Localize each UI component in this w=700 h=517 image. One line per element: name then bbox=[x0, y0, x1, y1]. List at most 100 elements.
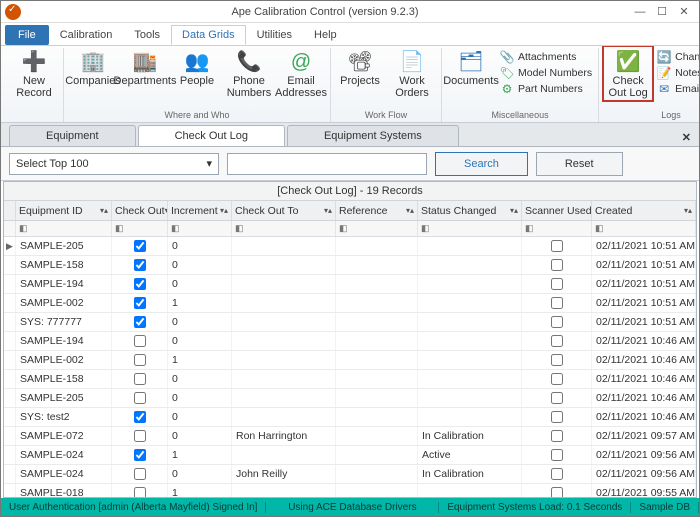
attachments-icon: 📎 bbox=[500, 50, 514, 64]
col-reference[interactable]: Reference▾▴ bbox=[336, 201, 418, 220]
document-tabs: EquipmentCheck Out LogEquipment Systems … bbox=[1, 123, 699, 147]
documents-icon: 🗂 bbox=[457, 48, 485, 76]
table-row[interactable]: SAMPLE-194002/11/2021 10:46 AM bbox=[4, 332, 696, 351]
status-bar: User Authentication [admin (Alberta Mayf… bbox=[1, 498, 699, 516]
model-numbers-icon: 🏷 bbox=[500, 66, 514, 80]
ribbon-group-label: Work Flow bbox=[365, 110, 407, 122]
checkout-checkbox[interactable] bbox=[134, 468, 146, 480]
col-scanner-used[interactable]: Scanner Used▾▴ bbox=[522, 201, 592, 220]
table-row[interactable]: SAMPLE-158002/11/2021 10:51 AM bbox=[4, 256, 696, 275]
ribbon-projects[interactable]: 📽Projects bbox=[337, 48, 383, 99]
checkout-checkbox[interactable] bbox=[134, 392, 146, 404]
ribbon-part-numbers[interactable]: ⚙Part Numbers bbox=[500, 82, 592, 96]
ribbon-email-addresses[interactable]: @EmailAddresses bbox=[278, 48, 324, 99]
table-row[interactable]: SAMPLE-194002/11/2021 10:51 AM bbox=[4, 275, 696, 294]
table-row[interactable]: ▶SAMPLE-205002/11/2021 10:51 AM bbox=[4, 237, 696, 256]
close-tab-button[interactable]: ✕ bbox=[674, 129, 699, 146]
ribbon-model-numbers[interactable]: 🏷Model Numbers bbox=[500, 66, 592, 80]
checkout-checkbox[interactable] bbox=[134, 259, 146, 271]
maximize-button[interactable]: ☐ bbox=[655, 5, 669, 19]
table-row[interactable]: SAMPLE-0240John ReillyIn Calibration02/1… bbox=[4, 465, 696, 484]
col-increment[interactable]: Increment▾▴ bbox=[168, 201, 232, 220]
menu-tools[interactable]: Tools bbox=[123, 25, 171, 45]
table-row[interactable]: SAMPLE-002102/11/2021 10:46 AM bbox=[4, 351, 696, 370]
ribbon-people[interactable]: 👥People bbox=[174, 48, 220, 99]
scanner-checkbox[interactable] bbox=[551, 259, 563, 271]
scanner-checkbox[interactable] bbox=[551, 487, 563, 497]
scanner-checkbox[interactable] bbox=[551, 278, 563, 290]
close-button[interactable]: ✕ bbox=[677, 5, 691, 19]
ribbon-attachments[interactable]: 📎Attachments bbox=[500, 50, 592, 64]
record-limit-dropdown[interactable]: Select Top 100 ▾ bbox=[9, 153, 219, 175]
checkout-checkbox[interactable] bbox=[134, 411, 146, 423]
checkout-checkbox[interactable] bbox=[134, 487, 146, 497]
scanner-checkbox[interactable] bbox=[551, 430, 563, 442]
table-row[interactable]: SYS: 777777002/11/2021 10:51 AM bbox=[4, 313, 696, 332]
people-icon: 👥 bbox=[183, 48, 211, 76]
ribbon-departments[interactable]: 🏬Departments bbox=[122, 48, 168, 99]
checkout-checkbox[interactable] bbox=[134, 240, 146, 252]
doc-tab-check-out-log[interactable]: Check Out Log bbox=[138, 125, 285, 146]
checkout-checkbox[interactable] bbox=[134, 316, 146, 328]
ribbon-work-orders[interactable]: 📄WorkOrders bbox=[389, 48, 435, 99]
checkout-checkbox[interactable] bbox=[134, 297, 146, 309]
checkout-checkbox[interactable] bbox=[134, 335, 146, 347]
table-row[interactable]: SAMPLE-002102/11/2021 10:51 AM bbox=[4, 294, 696, 313]
status-driver: Using ACE Database Drivers bbox=[266, 502, 439, 513]
grid-filter-row[interactable]: ◧◧◧◧◧◧◧◧ bbox=[4, 221, 696, 237]
col-check-out[interactable]: Check Out▾▴ bbox=[112, 201, 168, 220]
doc-tab-equipment-systems[interactable]: Equipment Systems bbox=[287, 125, 459, 146]
table-row[interactable]: SAMPLE-0720Ron HarringtonIn Calibration0… bbox=[4, 427, 696, 446]
ribbon-group-label: Logs bbox=[661, 110, 681, 122]
ribbon-documents[interactable]: 🗂Documents bbox=[448, 48, 494, 96]
search-input[interactable] bbox=[227, 153, 427, 175]
reset-button[interactable]: Reset bbox=[536, 152, 623, 176]
checkout-checkbox[interactable] bbox=[134, 449, 146, 461]
ribbon-group-label: Miscellaneous bbox=[492, 110, 549, 122]
ribbon-email-activity[interactable]: ✉Email Activity bbox=[657, 82, 699, 96]
departments-icon: 🏬 bbox=[131, 48, 159, 76]
minimize-button[interactable]: — bbox=[633, 5, 647, 19]
menu-calibration[interactable]: Calibration bbox=[49, 25, 124, 45]
scanner-checkbox[interactable] bbox=[551, 335, 563, 347]
checkout-checkbox[interactable] bbox=[134, 430, 146, 442]
scanner-checkbox[interactable] bbox=[551, 354, 563, 366]
col-status-changed[interactable]: Status Changed▾▴ bbox=[418, 201, 522, 220]
col-check-out-to[interactable]: Check Out To▾▴ bbox=[232, 201, 336, 220]
projects-icon: 📽 bbox=[346, 48, 374, 76]
scanner-checkbox[interactable] bbox=[551, 392, 563, 404]
scanner-checkbox[interactable] bbox=[551, 468, 563, 480]
search-button[interactable]: Search bbox=[435, 152, 528, 176]
checkout-checkbox[interactable] bbox=[134, 373, 146, 385]
scanner-checkbox[interactable] bbox=[551, 240, 563, 252]
menu-data-grids[interactable]: Data Grids bbox=[171, 25, 246, 45]
scanner-checkbox[interactable] bbox=[551, 297, 563, 309]
col-equipment-id[interactable]: Equipment ID▾▴ bbox=[16, 201, 112, 220]
checkout-checkbox[interactable] bbox=[134, 354, 146, 366]
scanner-checkbox[interactable] bbox=[551, 373, 563, 385]
menu-help[interactable]: Help bbox=[303, 25, 348, 45]
menu-file[interactable]: File bbox=[5, 25, 49, 45]
menu-utilities[interactable]: Utilities bbox=[246, 25, 303, 45]
ribbon-companies[interactable]: 🏢Companies bbox=[70, 48, 116, 99]
new-record-icon: ➕ bbox=[20, 48, 48, 76]
col-created[interactable]: Created▾▴ bbox=[592, 201, 696, 220]
checkout-checkbox[interactable] bbox=[134, 278, 146, 290]
ribbon-change-log[interactable]: 🔄Change Log bbox=[657, 50, 699, 64]
ribbon-phone-numbers[interactable]: 📞PhoneNumbers bbox=[226, 48, 272, 99]
ribbon-notes[interactable]: 📝Notes bbox=[657, 66, 699, 80]
scanner-checkbox[interactable] bbox=[551, 449, 563, 461]
ribbon-new-record[interactable]: ➕NewRecord bbox=[11, 48, 57, 99]
table-row[interactable]: SYS: test2002/11/2021 10:46 AM bbox=[4, 408, 696, 427]
notes-icon: 📝 bbox=[657, 66, 671, 80]
ribbon-check-out-log[interactable]: ✅CheckOut Log bbox=[605, 48, 651, 99]
doc-tab-equipment[interactable]: Equipment bbox=[9, 125, 136, 146]
table-row[interactable]: SAMPLE-0241Active02/11/2021 09:56 AM bbox=[4, 446, 696, 465]
status-load: Equipment Systems Load: 0.1 Seconds bbox=[439, 502, 631, 513]
table-row[interactable]: SAMPLE-018102/11/2021 09:55 AM bbox=[4, 484, 696, 497]
scanner-checkbox[interactable] bbox=[551, 411, 563, 423]
scanner-checkbox[interactable] bbox=[551, 316, 563, 328]
table-row[interactable]: SAMPLE-158002/11/2021 10:46 AM bbox=[4, 370, 696, 389]
work-orders-icon: 📄 bbox=[398, 48, 426, 76]
table-row[interactable]: SAMPLE-205002/11/2021 10:46 AM bbox=[4, 389, 696, 408]
